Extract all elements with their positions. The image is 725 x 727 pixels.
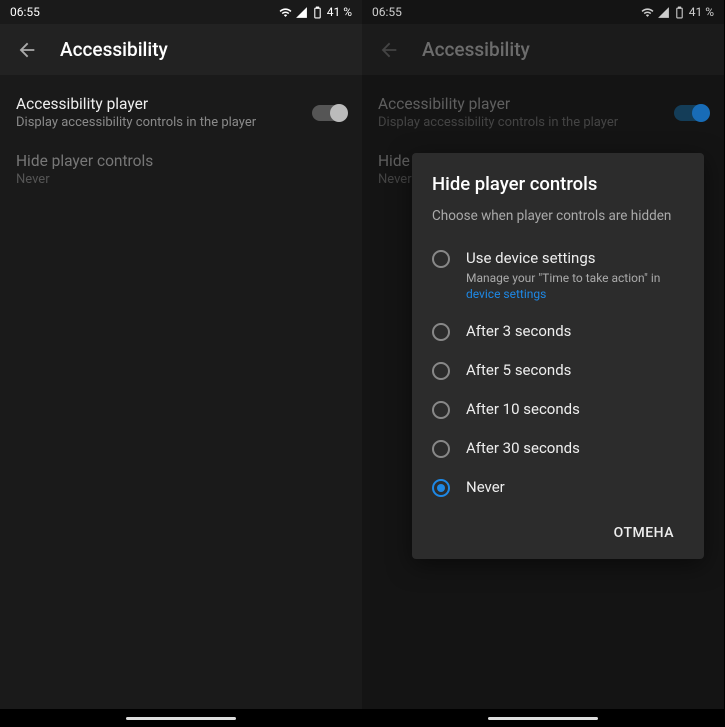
dialog-subtitle: Choose when player controls are hidden bbox=[432, 207, 684, 225]
device-settings-link[interactable]: device settings bbox=[466, 287, 546, 301]
back-button[interactable] bbox=[16, 39, 38, 61]
option-after-5s[interactable]: After 5 seconds bbox=[432, 351, 684, 390]
setting-subtitle: Display accessibility controls in the pl… bbox=[16, 115, 312, 130]
cancel-button[interactable]: ОТМЕНА bbox=[604, 517, 684, 549]
dialog-title: Hide player controls bbox=[432, 173, 684, 195]
header: Accessibility bbox=[0, 24, 362, 75]
nav-pill[interactable] bbox=[488, 717, 598, 720]
option-label: After 5 seconds bbox=[466, 361, 684, 379]
radio-icon bbox=[432, 401, 450, 419]
setting-value: Never bbox=[16, 172, 346, 187]
battery-icon bbox=[311, 6, 324, 19]
nav-bar bbox=[0, 709, 362, 727]
radio-icon bbox=[432, 440, 450, 458]
screen-left: 06:55 41 % Accessibility Accessibility p… bbox=[0, 0, 362, 727]
screen-right: 06:55 41 % Accessibility Accessibility p… bbox=[362, 0, 724, 727]
page-title: Accessibility bbox=[60, 38, 168, 61]
hide-controls-dialog: Hide player controls Choose when player … bbox=[412, 153, 704, 559]
radio-icon bbox=[432, 479, 450, 497]
setting-title: Hide player controls bbox=[16, 152, 346, 170]
nav-bar bbox=[362, 709, 724, 727]
status-time: 06:55 bbox=[10, 5, 40, 19]
toggle-accessibility-player[interactable] bbox=[312, 105, 346, 121]
option-after-30s[interactable]: After 30 seconds bbox=[432, 429, 684, 468]
option-label: After 10 seconds bbox=[466, 400, 684, 418]
setting-accessibility-player[interactable]: Accessibility player Display accessibili… bbox=[16, 89, 346, 146]
option-label: Never bbox=[466, 478, 684, 496]
signal-icon bbox=[295, 6, 308, 19]
option-device-settings[interactable]: Use device settings Manage your "Time to… bbox=[432, 239, 684, 312]
radio-icon bbox=[432, 323, 450, 341]
option-label: Use device settings bbox=[466, 249, 684, 267]
settings-list: Accessibility player Display accessibili… bbox=[0, 75, 362, 203]
radio-icon bbox=[432, 250, 450, 268]
battery-percent: 41 % bbox=[327, 5, 352, 19]
nav-pill[interactable] bbox=[126, 717, 236, 720]
option-after-3s[interactable]: After 3 seconds bbox=[432, 312, 684, 351]
radio-icon bbox=[432, 362, 450, 380]
setting-title: Accessibility player bbox=[16, 95, 312, 113]
option-label: After 30 seconds bbox=[466, 439, 684, 457]
status-bar: 06:55 41 % bbox=[0, 0, 362, 24]
option-after-10s[interactable]: After 10 seconds bbox=[432, 390, 684, 429]
status-icons: 41 % bbox=[279, 5, 352, 19]
dialog-actions: ОТМЕНА bbox=[432, 507, 684, 549]
option-label: After 3 seconds bbox=[466, 322, 684, 340]
option-description: Manage your "Time to take action" in dev… bbox=[466, 271, 684, 302]
option-never[interactable]: Never bbox=[432, 468, 684, 507]
wifi-icon bbox=[279, 6, 292, 19]
setting-hide-controls[interactable]: Hide player controls Never bbox=[16, 146, 346, 203]
arrow-back-icon bbox=[16, 39, 38, 61]
